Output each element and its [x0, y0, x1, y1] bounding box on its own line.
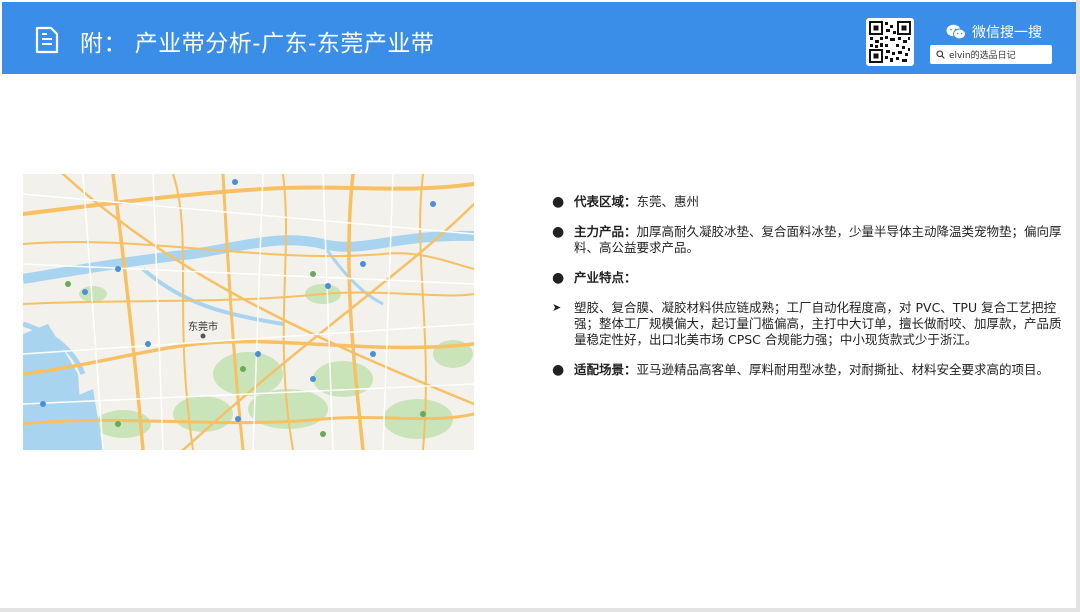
list-item-products: ● 主力产品：加厚高耐久凝胶冰垫、复合面料冰垫，少量半导体主动降温类宠物垫；偏向… [552, 224, 1062, 255]
header-bar: 附： 产业带分析-广东-东莞产业带 微信搜一搜 elvin的选品日记 [2, 2, 1076, 74]
wechat-brand: 微信搜一搜 [946, 22, 1042, 42]
bullet-icon: ● [552, 194, 565, 210]
list-item-features-detail: ➤ 塑胶、复合膜、凝胶材料供应链成熟；工厂自动化程度高，对 PVC、TPU 复合… [552, 300, 1062, 347]
map-image: 东莞市 [23, 174, 474, 450]
arrow-bullet-icon: ➤ [552, 301, 562, 314]
brand-label: 微信搜一搜 [972, 25, 1042, 41]
bullet-icon: ● [552, 270, 565, 286]
bullet-icon: ● [552, 224, 565, 240]
page-title: 附： 产业带分析-广东-东莞产业带 [80, 31, 435, 57]
qr-code-icon [866, 18, 914, 66]
document-icon [35, 26, 59, 54]
wechat-icon [946, 24, 966, 40]
list-item-region: ● 代表区域：东莞、惠州 [552, 194, 700, 210]
search-box[interactable]: elvin的选品日记 [930, 45, 1052, 64]
search-icon [936, 50, 945, 59]
bullet-icon: ● [552, 362, 565, 378]
content-list: ● 代表区域：东莞、惠州 ● 主力产品：加厚高耐久凝胶冰垫、复合面料冰垫，少量半… [552, 194, 1062, 392]
list-item-features: ● 产业特点： [552, 270, 637, 286]
search-text: elvin的选品日记 [949, 51, 1016, 61]
list-item-scenarios: ● 适配场景：亚马逊精品高客单、厚料耐用型冰垫，对耐撕扯、材料安全要求高的项目。 [552, 362, 1050, 378]
map-city-label: 东莞市 [188, 320, 218, 333]
